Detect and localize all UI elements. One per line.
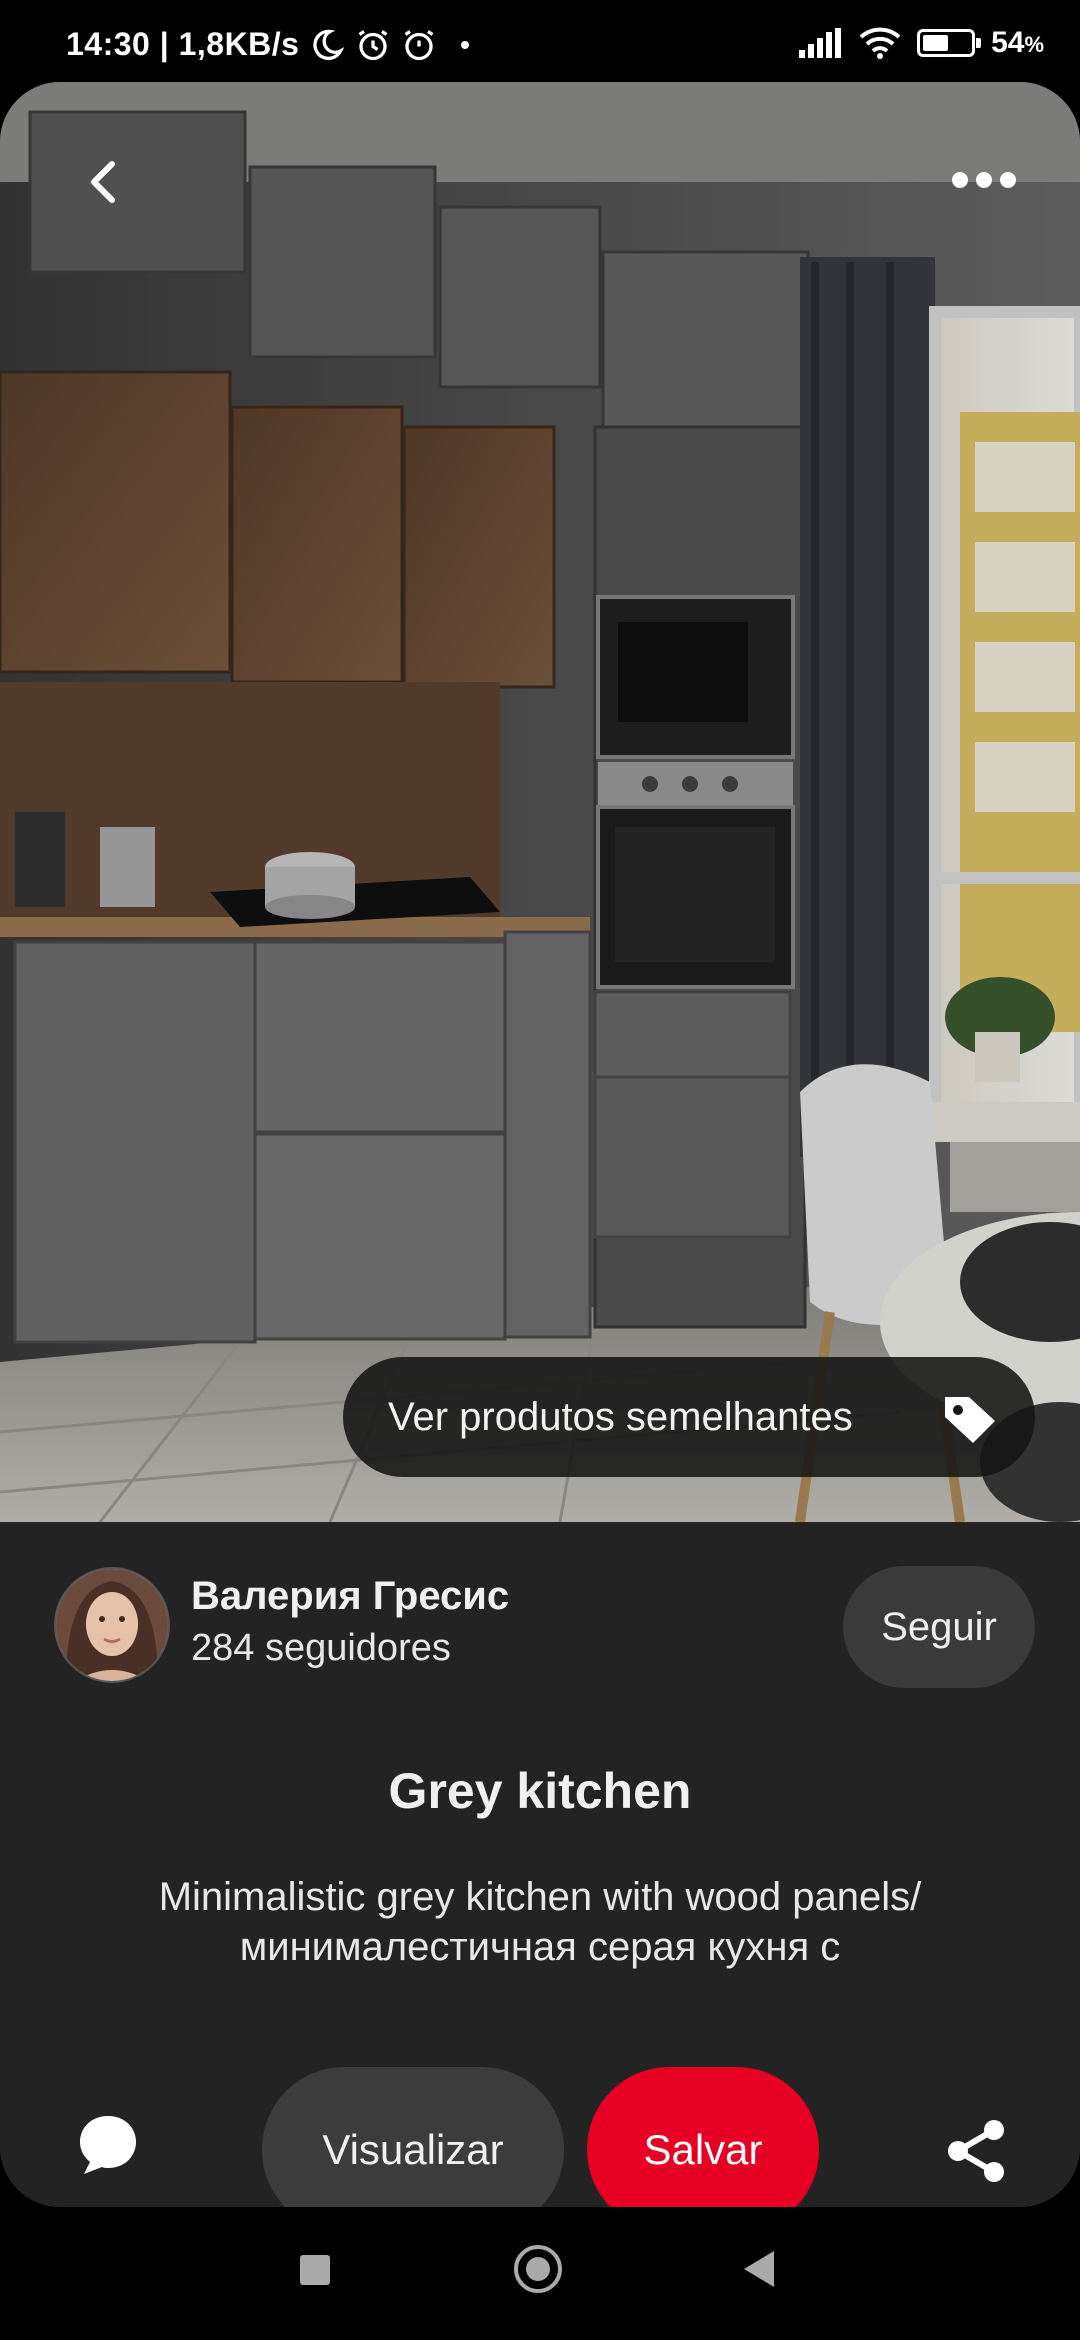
battery-fill (923, 35, 949, 51)
battery-percent: 54% (991, 26, 1044, 59)
moon-icon (313, 29, 345, 60)
pin-card: Ver produtos semelhantes Валерия Гресис … (0, 82, 1080, 2207)
author-name[interactable]: Валерия Гресис (191, 1574, 509, 1619)
save-button[interactable]: Salvar (587, 2067, 819, 2207)
pin-image[interactable]: Ver produtos semelhantes (0, 82, 1080, 1522)
share-icon[interactable] (944, 2118, 1010, 2184)
back-chevron-icon[interactable] (72, 152, 132, 212)
follow-button[interactable]: Seguir (843, 1566, 1035, 1688)
alarm-off-icon (405, 29, 434, 60)
status-right: 54% (799, 26, 1044, 60)
status-bar: 14:30 | 1,8KB/s 54% (0, 0, 1080, 90)
status-left: 14:30 | 1,8KB/s (66, 26, 470, 63)
similar-products-label: Ver produtos semelhantes (388, 1394, 853, 1439)
avatar-portrait (56, 1569, 168, 1681)
recents-icon[interactable] (300, 2255, 330, 2285)
view-button[interactable]: Visualizar (262, 2067, 564, 2207)
similar-products-button[interactable]: Ver produtos semelhantes (343, 1357, 1035, 1477)
back-triangle-icon[interactable] (744, 2251, 774, 2287)
wifi-icon (859, 27, 901, 59)
signal-icon (799, 28, 842, 58)
pin-title: Grey kitchen (388, 1763, 692, 1819)
comment-icon[interactable] (76, 2112, 140, 2178)
notification-dot (461, 40, 470, 49)
tag-icon (945, 1397, 995, 1443)
status-time-speed: 14:30 | 1,8KB/s (66, 26, 300, 62)
author-avatar[interactable] (54, 1567, 170, 1683)
author-followers: 284 seguidores (191, 1627, 451, 1669)
home-icon[interactable] (514, 2245, 562, 2293)
system-nav-bar (0, 2207, 1080, 2340)
battery-icon (917, 29, 982, 57)
kitchen-photo (0, 82, 1080, 1522)
alarm-icon (359, 29, 388, 60)
pin-details-panel: Валерия Гресис 284 seguidores Seguir Gre… (0, 1522, 1080, 2207)
more-options-icon[interactable] (952, 172, 1016, 188)
pin-description[interactable]: Minimalistic grey kitchen with wood pane… (110, 1872, 970, 1970)
